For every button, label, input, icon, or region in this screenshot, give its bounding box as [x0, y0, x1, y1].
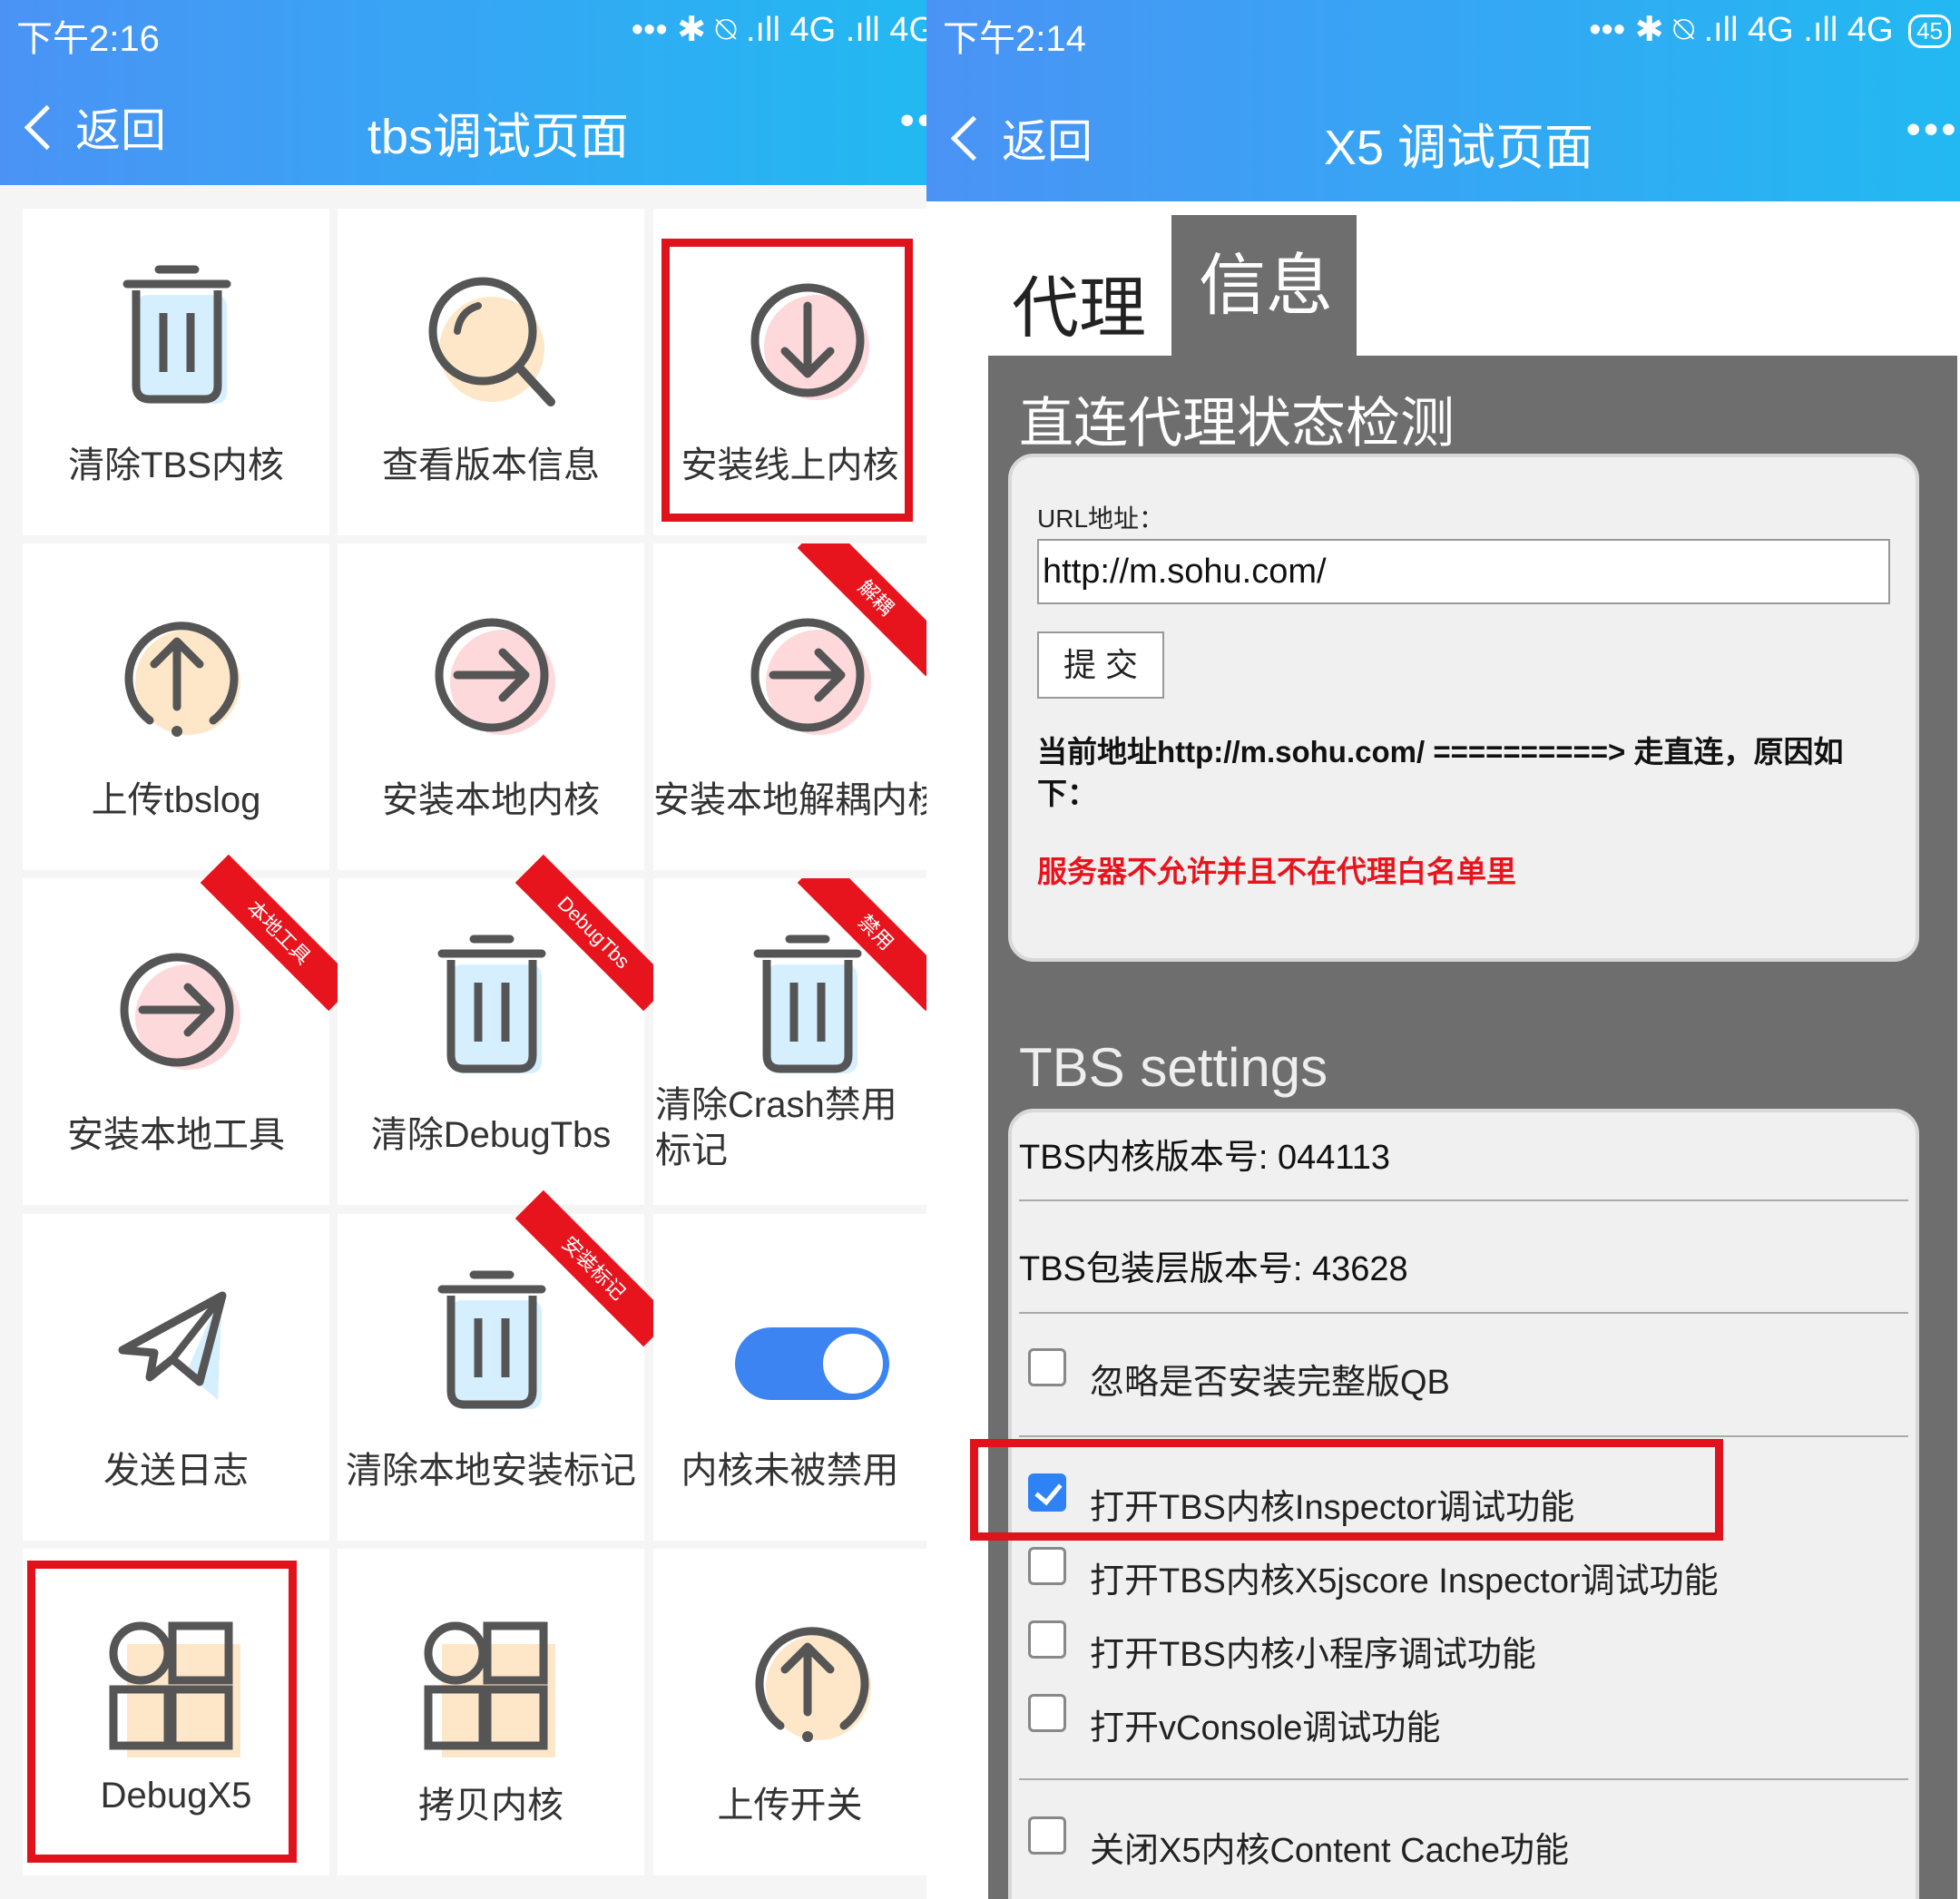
tool-tile[interactable]: 上传开关 — [653, 1549, 926, 1875]
tool-label: 清除本地安装标记 — [346, 1451, 636, 1491]
checkbox-ignore-qb[interactable] — [1028, 1348, 1066, 1386]
tool-label: 发送日志 — [103, 1451, 249, 1491]
highlight-box — [662, 239, 913, 522]
checkbox-content-cache[interactable] — [1028, 1816, 1066, 1855]
tool-label: 安装本地解耦内核 — [653, 780, 926, 820]
option-label: 忽略是否安装完整版QB — [1090, 1364, 1450, 1402]
trash-icon — [401, 919, 583, 1101]
search-icon — [401, 250, 583, 431]
option-label: 打开vConsole调试功能 — [1090, 1709, 1441, 1747]
x5-debug-screen: 下午2:14 ••• ✱ ⍉ .ıll 4G .ıll 4G 45 返回 X5 … — [926, 0, 1960, 1899]
toggle-icon — [717, 1255, 898, 1436]
checkbox-vconsole[interactable] — [1028, 1694, 1066, 1732]
tool-tile[interactable]: 内核未被禁用 — [653, 1214, 926, 1541]
tool-tile[interactable]: 查看版本信息 — [338, 209, 644, 535]
arrow-right-icon — [86, 919, 268, 1101]
chevron-left-icon — [24, 104, 70, 150]
tool-label: 清除TBS内核 — [68, 445, 284, 485]
status-signal: ••• ✱ ⍉ .ıll 4G .ıll 4G — [1589, 11, 1894, 49]
divider — [1019, 1778, 1908, 1780]
submit-button[interactable]: 提 交 — [1037, 631, 1164, 699]
tbs-core-version: TBS内核版本号: 044113 — [1019, 1139, 1391, 1177]
tab-proxy[interactable]: 代理 — [1012, 254, 1146, 351]
url-input[interactable]: http://m.sohu.com/ — [1037, 539, 1890, 604]
url-label: URL地址： — [1037, 504, 1165, 533]
tool-label: 内核未被禁用 — [681, 1451, 899, 1491]
back-button[interactable]: 返回 — [20, 94, 166, 160]
status-icons: ••• ✱ ⍉ .ıll 4G .ıll 4G 45 — [1589, 9, 1951, 50]
proxy-reason-text: 服务器不允许并且不在代理白名单里 — [1037, 855, 1516, 888]
highlight-box — [970, 1439, 1723, 1541]
proxy-result-text: 当前地址http://m.sohu.com/ ==========> 走直连，原… — [1037, 735, 1844, 810]
tool-tile[interactable]: 拷贝内核 — [338, 1549, 644, 1875]
checkbox-miniprogram-debug[interactable] — [1028, 1620, 1066, 1659]
tool-tile[interactable]: 安装本地解耦内核 解耦 — [653, 543, 926, 870]
grid-icon — [401, 1590, 583, 1771]
divider — [1019, 1435, 1908, 1437]
tbs-debug-screen: 下午2:16 ••• ✱ ⍉ .ıll 4G .ıll 4G 返回 tbs调试页… — [0, 0, 926, 1899]
tool-label: 安装本地内核 — [382, 780, 600, 820]
status-icons: ••• ✱ ⍉ .ıll 4G .ıll 4G — [631, 11, 926, 49]
proxy-section-title: 直连代理状态检测 — [1019, 393, 1455, 454]
more-icon[interactable]: •• — [900, 98, 926, 143]
back-label: 返回 — [75, 105, 166, 156]
trash-icon — [401, 1255, 583, 1436]
tool-label: 上传tbslog — [91, 780, 261, 820]
page-title: X5 调试页面 — [1324, 121, 1594, 175]
back-button[interactable]: 返回 — [946, 105, 1093, 171]
chevron-left-icon — [950, 115, 996, 161]
tool-tile[interactable]: 清除Crash禁用标记 禁用 — [653, 878, 926, 1205]
divider — [1019, 1312, 1908, 1314]
tool-tile[interactable]: 安装本地内核 — [338, 543, 644, 870]
send-icon — [86, 1255, 268, 1436]
trash-icon — [86, 250, 268, 431]
upload-icon — [717, 1590, 898, 1771]
proxy-card: URL地址： http://m.sohu.com/ 提 交 当前地址http:/… — [1008, 454, 1919, 962]
option-label: 关闭X5内核Content Cache功能 — [1090, 1832, 1569, 1870]
highlight-box — [27, 1561, 297, 1863]
tool-tile[interactable]: 安装本地工具 本地工具 — [23, 854, 358, 1205]
tab-info[interactable]: 信息 — [1171, 215, 1357, 356]
option-label: 打开TBS内核X5jscore Inspector调试功能 — [1090, 1562, 1719, 1600]
tool-label: 上传开关 — [717, 1786, 863, 1826]
back-label: 返回 — [1002, 116, 1093, 167]
tool-tile[interactable]: 发送日志 — [23, 1214, 329, 1541]
tool-tile[interactable]: 清除DebugTbs DebugTbs — [338, 854, 672, 1205]
app-bar: 下午2:16 ••• ✱ ⍉ .ıll 4G .ıll 4G 返回 tbs调试页… — [0, 0, 926, 185]
page-title: tbs调试页面 — [368, 110, 630, 164]
status-time: 下午2:14 — [943, 19, 1086, 59]
tool-label: 清除DebugTbs — [370, 1115, 612, 1155]
status-time: 下午2:16 — [16, 19, 160, 59]
battery-icon: 45 — [1908, 15, 1951, 49]
tool-tile[interactable]: 上传tbslog — [23, 543, 329, 870]
arrow-right-icon — [401, 584, 583, 766]
option-label: 打开TBS内核小程序调试功能 — [1090, 1636, 1536, 1674]
tbs-shell-version: TBS包装层版本号: 43628 — [1019, 1250, 1408, 1288]
checkbox-jscore-inspector[interactable] — [1028, 1547, 1066, 1585]
tool-label: 查看版本信息 — [382, 445, 600, 485]
divider — [1019, 1199, 1908, 1201]
tool-label: 安装本地工具 — [67, 1115, 285, 1155]
content-panel: 直连代理状态检测 URL地址： http://m.sohu.com/ 提 交 当… — [988, 356, 1957, 1899]
tool-tile[interactable]: 清除TBS内核 — [23, 209, 329, 535]
more-icon[interactable]: ••• — [1906, 107, 1959, 152]
tbs-settings-title: TBS settings — [1019, 1037, 1328, 1098]
tool-label: 拷贝内核 — [418, 1786, 564, 1826]
upload-icon — [86, 584, 268, 766]
app-bar: 下午2:14 ••• ✱ ⍉ .ıll 4G .ıll 4G 45 返回 X5 … — [926, 0, 1960, 201]
tool-tile[interactable]: 清除本地安装标记 安装标记 — [338, 1189, 672, 1541]
tool-label: 清除Crash禁用标记 — [655, 1085, 897, 1170]
